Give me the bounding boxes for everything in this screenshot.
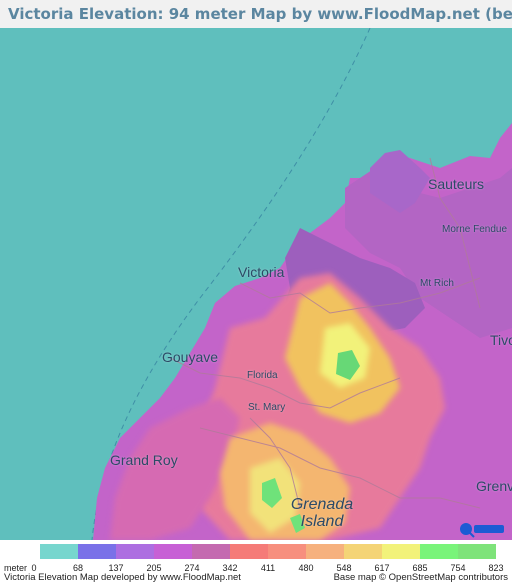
place-victoria: Victoria bbox=[238, 264, 285, 280]
place-florida: Florida bbox=[247, 370, 278, 381]
footer-credit: Victoria Elevation Map developed by www.… bbox=[4, 572, 241, 583]
place-grenada-island: Grenada Island bbox=[288, 496, 356, 530]
legend-swatch bbox=[458, 544, 496, 559]
title-bar: Victoria Elevation: 94 meter Map by www.… bbox=[0, 0, 512, 28]
place-st-mary: St. Mary bbox=[248, 402, 286, 413]
elevation-legend: meter 0 68 137 205 274 342 411 480 548 617 685 754 8… bbox=[0, 540, 512, 583]
legend-swatch bbox=[40, 544, 78, 559]
legend-swatch bbox=[116, 544, 154, 559]
place-grenville: Grenv bbox=[476, 478, 512, 494]
legend-swatch bbox=[306, 544, 344, 559]
legend-swatch bbox=[344, 544, 382, 559]
legend-swatch bbox=[420, 544, 458, 559]
magnifier-handle bbox=[469, 532, 475, 538]
place-morne-fendue: Morne Fendue bbox=[442, 224, 508, 235]
legend-tick-label: 411 bbox=[260, 563, 276, 573]
place-tivoli: Tivo bbox=[490, 332, 512, 348]
legend-swatch bbox=[192, 544, 230, 559]
legend-swatch bbox=[78, 544, 116, 559]
place-gouyave: Gouyave bbox=[162, 349, 219, 365]
openstreetmap-logo[interactable] bbox=[458, 520, 506, 538]
elevation-map[interactable]: Sauteurs Morne Fendue Victoria Mt Rich T… bbox=[0, 28, 512, 540]
place-sauteurs: Sauteurs bbox=[428, 176, 485, 192]
legend-swatch bbox=[154, 544, 192, 559]
island-name-line2: Island bbox=[300, 513, 344, 530]
legend-swatch bbox=[230, 544, 268, 559]
island-name-line1: Grenada bbox=[290, 496, 354, 513]
legend-swatch bbox=[268, 544, 306, 559]
page-title: Victoria Elevation: 94 meter Map by www.… bbox=[8, 5, 512, 23]
place-mt-rich: Mt Rich bbox=[420, 278, 454, 289]
legend-tick-label: 480 bbox=[298, 563, 314, 573]
footer-osm-credit: Base map © OpenStreetMap contributors bbox=[333, 572, 508, 583]
place-grand-roy: Grand Roy bbox=[110, 452, 178, 468]
logo-bar bbox=[474, 525, 504, 533]
legend-swatch bbox=[382, 544, 420, 559]
